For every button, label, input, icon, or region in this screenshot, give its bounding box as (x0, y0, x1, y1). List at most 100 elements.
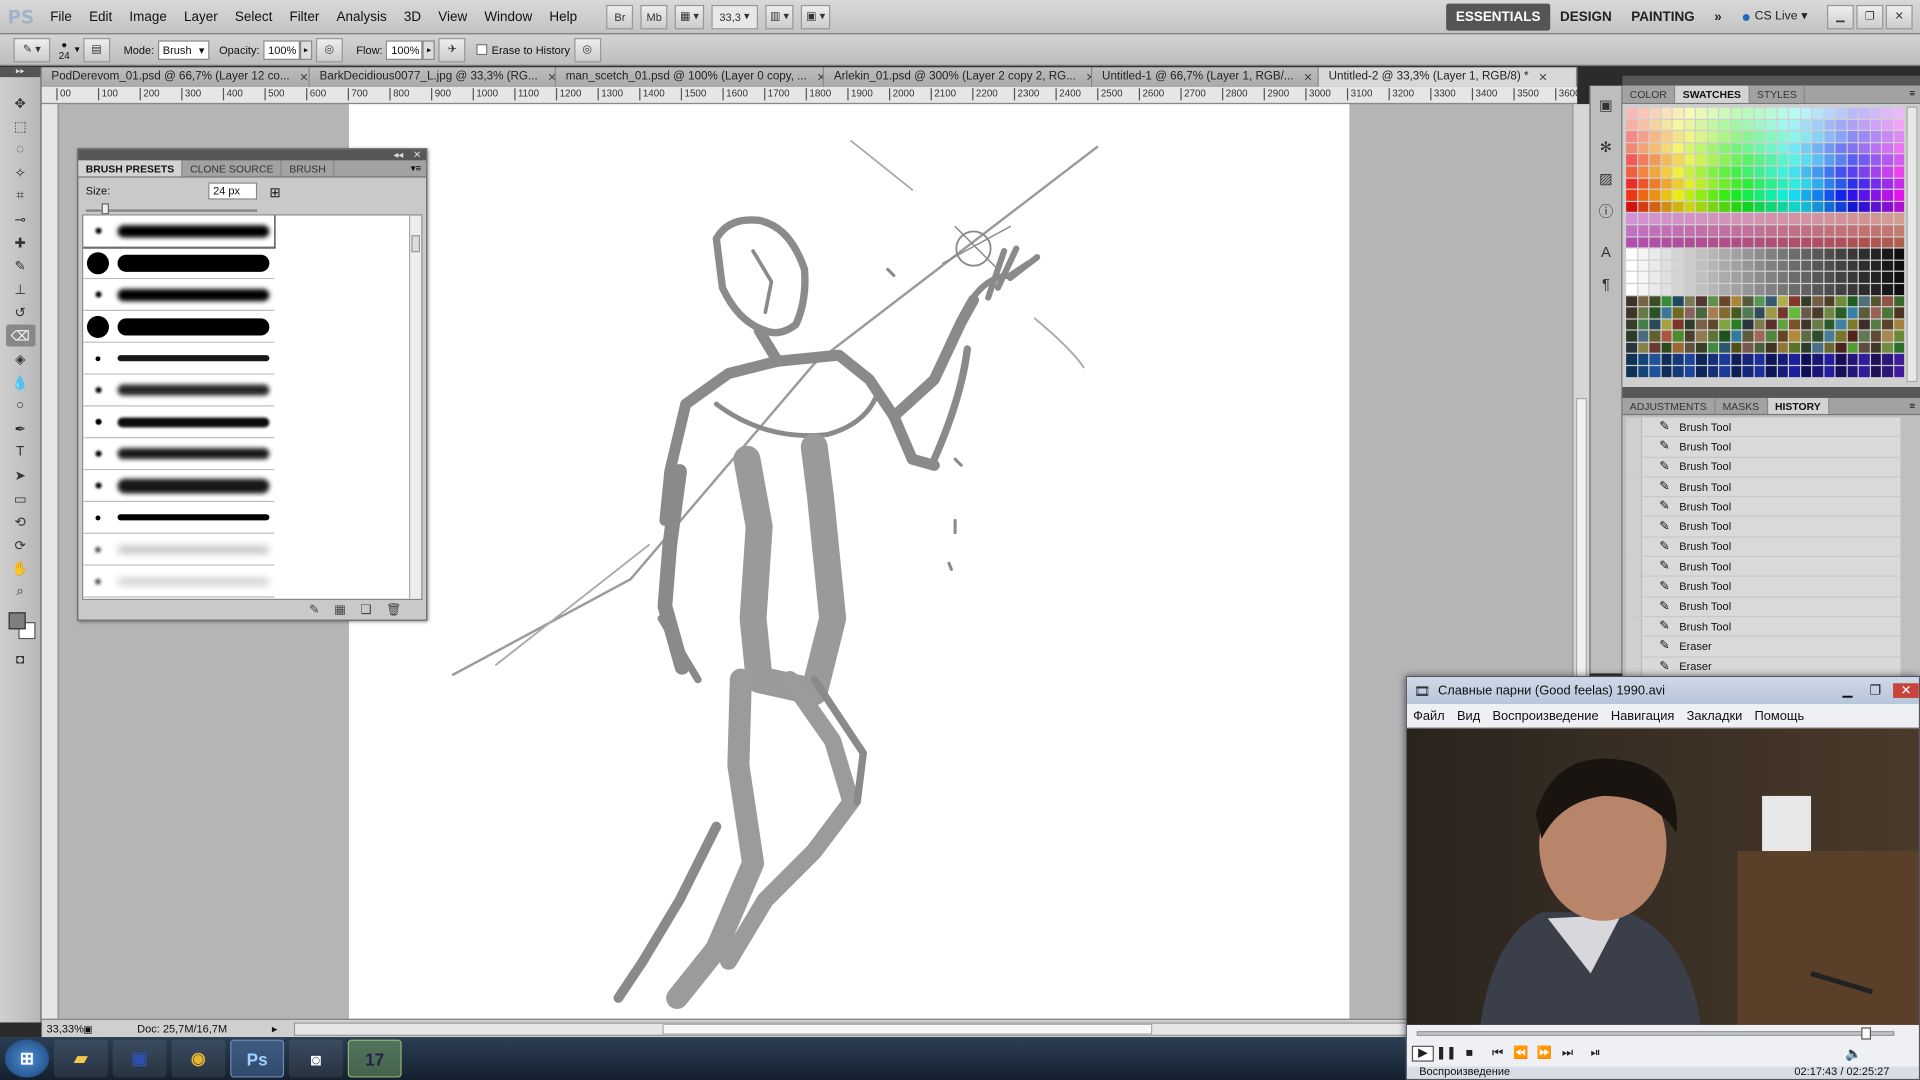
swatch[interactable] (1719, 260, 1730, 271)
player-title-bar[interactable]: 🎞 Славные парни (Good feelas) 1990.avi ▁… (1406, 677, 1919, 705)
swatch[interactable] (1672, 189, 1684, 201)
swatch[interactable] (1823, 225, 1835, 236)
player-menu-help[interactable]: Помощь (1748, 708, 1810, 723)
swatch[interactable] (1847, 189, 1858, 201)
swatch[interactable] (1672, 236, 1684, 248)
swatch[interactable] (1870, 119, 1881, 131)
workspace-more[interactable]: » (1704, 3, 1731, 30)
swatch[interactable] (1661, 342, 1672, 354)
swatch[interactable] (1730, 236, 1742, 248)
history-source-box[interactable] (1626, 417, 1643, 437)
swatch[interactable] (1835, 119, 1846, 131)
swatch[interactable] (1626, 260, 1637, 271)
swatch[interactable] (1695, 354, 1707, 365)
swatch[interactable] (1788, 248, 1800, 260)
swatch[interactable] (1823, 154, 1835, 166)
swatch[interactable] (1707, 283, 1718, 295)
swatch[interactable] (1707, 119, 1718, 131)
swatch[interactable] (1812, 283, 1823, 295)
history-item[interactable]: ✎ Brush Tool (1626, 596, 1901, 618)
tab-man-scetch[interactable]: man_scetch_01.psd @ 100% (Layer 0 copy, … (555, 67, 825, 87)
workspace-painting[interactable]: PAINTING (1622, 3, 1705, 30)
tab-untitled-1[interactable]: Untitled-1 @ 66,7% (Layer 1, RGB/... ✕ (1092, 67, 1319, 87)
swatch[interactable] (1754, 272, 1765, 283)
workspace-design[interactable]: DESIGN (1550, 3, 1621, 30)
blur-tool-icon[interactable]: 💧 (6, 371, 35, 393)
swatch[interactable] (1661, 119, 1672, 131)
swatch[interactable] (1847, 166, 1858, 178)
swatch[interactable] (1858, 342, 1870, 354)
swatch[interactable] (1893, 236, 1905, 248)
swatch[interactable] (1858, 307, 1870, 318)
swatch[interactable] (1730, 330, 1742, 342)
swatch[interactable] (1695, 225, 1707, 236)
swatch[interactable] (1672, 248, 1684, 260)
swatch[interactable] (1870, 107, 1881, 119)
swatch[interactable] (1765, 201, 1777, 213)
swatch[interactable] (1765, 142, 1777, 154)
swatch[interactable] (1847, 354, 1858, 365)
swatch[interactable] (1626, 131, 1637, 142)
swatch[interactable] (1707, 330, 1718, 342)
swatch[interactable] (1765, 189, 1777, 201)
swatch[interactable] (1730, 260, 1742, 271)
swatch[interactable] (1765, 248, 1777, 260)
swatch[interactable] (1788, 319, 1800, 330)
swatch[interactable] (1637, 154, 1649, 166)
swatch[interactable] (1626, 283, 1637, 295)
history-source-box[interactable] (1626, 496, 1643, 517)
swatch[interactable] (1742, 283, 1753, 295)
swatch[interactable] (1649, 354, 1660, 365)
swatch[interactable] (1637, 295, 1649, 307)
swatch[interactable] (1730, 201, 1742, 213)
foreground-color-swatch[interactable] (7, 612, 26, 630)
brush-preset-item[interactable] (83, 311, 275, 343)
swatch[interactable] (1672, 166, 1684, 178)
swatch[interactable] (1870, 201, 1881, 213)
brush-preset-item[interactable] (83, 533, 275, 566)
type-tool-icon[interactable]: T (6, 441, 35, 463)
swatch[interactable] (1742, 166, 1753, 178)
swatch[interactable] (1788, 342, 1800, 354)
swatch[interactable] (1649, 189, 1660, 201)
chevron-down-icon[interactable]: ▾ (75, 44, 80, 55)
close-icon[interactable]: ✕ (1893, 683, 1919, 698)
brush-preset-item[interactable] (83, 406, 275, 439)
swatch[interactable] (1882, 178, 1893, 189)
swatch[interactable] (1882, 366, 1893, 377)
swatch[interactable] (1893, 272, 1905, 283)
swatch[interactable] (1695, 119, 1707, 131)
swatch[interactable] (1882, 213, 1893, 225)
swatch[interactable] (1719, 107, 1730, 119)
swatch[interactable] (1777, 119, 1788, 131)
swatch[interactable] (1637, 319, 1649, 330)
opacity-slider-toggle[interactable]: ▸ (299, 39, 313, 60)
swatch[interactable] (1800, 319, 1812, 330)
swatch[interactable] (1637, 189, 1649, 201)
swatch[interactable] (1649, 319, 1660, 330)
swatch[interactable] (1870, 236, 1881, 248)
swatch[interactable] (1870, 342, 1881, 354)
close-icon[interactable]: ✕ (1303, 67, 1312, 87)
swatch[interactable] (1788, 107, 1800, 119)
swatch[interactable] (1765, 260, 1777, 271)
swatch[interactable] (1800, 236, 1812, 248)
document-canvas[interactable] (348, 104, 1350, 1019)
view-extras-button[interactable]: ▦ ▾ (675, 4, 704, 29)
swatch[interactable] (1812, 260, 1823, 271)
swatch[interactable] (1661, 166, 1672, 178)
swatch[interactable] (1719, 366, 1730, 377)
swatch[interactable] (1637, 213, 1649, 225)
swatch[interactable] (1777, 154, 1788, 166)
swatch[interactable] (1754, 119, 1765, 131)
panel-menu-icon[interactable]: ▾≡ (411, 160, 427, 176)
swatch[interactable] (1788, 142, 1800, 154)
swatch[interactable] (1730, 307, 1742, 318)
swatch[interactable] (1812, 342, 1823, 354)
brush-panel-icon[interactable]: ✎ (309, 604, 319, 617)
swatch[interactable] (1637, 236, 1649, 248)
swatch[interactable] (1672, 354, 1684, 365)
swatch[interactable] (1695, 260, 1707, 271)
swatch[interactable] (1637, 342, 1649, 354)
swatch[interactable] (1788, 131, 1800, 142)
